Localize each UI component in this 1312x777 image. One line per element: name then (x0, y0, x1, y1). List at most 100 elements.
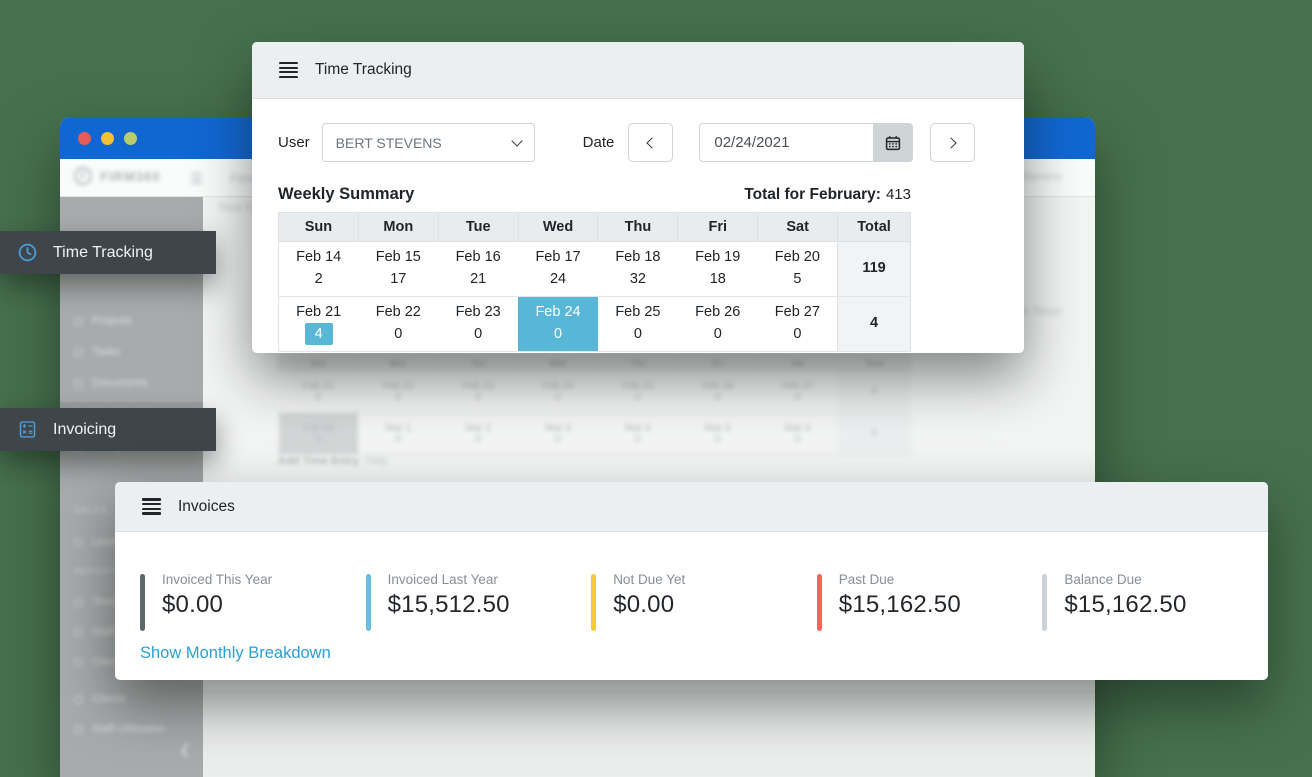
stat-value: $15,162.50 (838, 591, 961, 618)
week-total-cell: 4 (837, 296, 911, 352)
day-cell[interactable]: Feb 15 17 (358, 241, 439, 297)
item-icon (74, 537, 83, 547)
menu-icon[interactable]: ☰ (190, 170, 203, 188)
date-input-group (699, 123, 914, 162)
next-day-button[interactable] (930, 123, 976, 162)
stat-invoiced-this-year: Invoiced This Year $0.00 (140, 572, 366, 631)
callout-label: Invoicing (53, 420, 117, 438)
show-monthly-breakdown-link[interactable]: Show Monthly Breakdown (140, 644, 331, 663)
time-tracking-card-header: Time Tracking (252, 42, 1024, 99)
calendar-picker-button[interactable] (873, 123, 914, 162)
day-cell[interactable]: Feb 17 24 (518, 241, 598, 297)
stat-not-due-yet: Not Due Yet $0.00 (591, 572, 817, 631)
menu-icon[interactable] (142, 496, 161, 517)
item-icon (74, 378, 83, 388)
week-total-cell: 119 (837, 241, 911, 297)
table-row: Feb 21 0 Feb 22 0 Feb 23 0 Feb 24 0 Feb 25 0 … (278, 370, 911, 413)
month-total-value: 413 (885, 186, 911, 203)
day-cell[interactable]: Feb 26 0 (677, 296, 758, 352)
item-icon (74, 347, 83, 357)
table-row-week2: Feb 21 4 Feb 22 0 Feb 23 0 Feb 24 0 Feb 25 0 … (278, 296, 911, 352)
sidebar-item-projects[interactable]: Projects (74, 315, 132, 327)
sidebar-item-documents[interactable]: Documents (74, 377, 148, 389)
user-label: User (278, 134, 310, 151)
table-row-week1: Feb 14 2 Feb 15 17 Feb 16 21 Feb 17 24 Feb 1… (278, 241, 911, 297)
time-tracking-card: Time Tracking User BERT STEVENS Date 02/… (252, 42, 1024, 353)
user-select-value: BERT STEVENS (335, 134, 442, 151)
date-input[interactable] (699, 123, 874, 162)
chevron-down-icon (511, 134, 523, 147)
day-cell[interactable]: Feb 25 0 (597, 296, 678, 352)
maximize-window-button[interactable] (124, 131, 137, 145)
day-cell[interactable]: Feb 22 0 (358, 296, 439, 352)
sidebar-item-time-report[interactable]: Time (74, 596, 116, 608)
stat-color-bar (1042, 574, 1048, 631)
sidebar-item-tasks[interactable]: Tasks (74, 346, 120, 358)
stat-value: $15,512.50 (387, 591, 510, 618)
item-icon (74, 316, 83, 326)
sidebar-item-staff-report[interactable]: Staff (74, 626, 114, 638)
stat-balance-due: Balance Due $15,162.50 (1042, 572, 1268, 631)
item-icon (74, 627, 83, 637)
item-icon (74, 657, 83, 667)
chevron-right-icon (945, 136, 958, 149)
calculator-icon (19, 421, 36, 438)
card-title: Invoices (178, 497, 235, 515)
sidebar-collapse-icon[interactable]: ❮ (179, 741, 191, 758)
selected-day-cell[interactable]: Feb 24 0 (518, 296, 598, 352)
invoice-stats-row: Invoiced This Year $0.00 Invoiced Last Y… (115, 572, 1268, 631)
stat-value: $0.00 (613, 591, 675, 618)
menu-icon[interactable] (279, 60, 298, 81)
weekly-summary-header: Weekly Summary Total for February: 413 (278, 185, 911, 204)
day-cell[interactable]: Feb 19 18 (677, 241, 758, 297)
callout-label: Time Tracking (53, 243, 153, 261)
stat-past-due: Past Due $15,162.50 (816, 572, 1043, 631)
callout-invoicing[interactable]: Invoicing (0, 408, 216, 451)
item-icon (74, 694, 83, 704)
time-tracking-controls: User BERT STEVENS Date (278, 123, 1024, 162)
stat-label: Balance Due (1064, 572, 1142, 587)
minimize-window-button[interactable] (101, 131, 114, 145)
sidebar-item-clients-report-2[interactable]: Clients (74, 693, 126, 705)
sidebar-item-staff-utilization[interactable]: Staff Utilization (74, 723, 165, 735)
add-time-entry-label: Add Time Entry Help (278, 455, 388, 467)
date-label: Date (582, 134, 615, 151)
invoices-card-header: Invoices (115, 482, 1268, 532)
logo-icon: F (74, 167, 92, 185)
background-weekly-table: Sun Mon Tue Wed Thu Fri Sat Total Feb 21… (278, 355, 911, 455)
stat-value: $0.00 (162, 591, 224, 618)
weekly-summary-title: Weekly Summary (278, 185, 415, 203)
stat-color-bar (591, 574, 597, 631)
highlighted-value-badge: 4 (304, 323, 333, 345)
sidebar-section-sales: SALES (74, 505, 109, 515)
day-cell[interactable]: Feb 14 2 (278, 241, 359, 297)
stat-color-bar (140, 574, 145, 631)
table-header-row: Sun Mon Tue Wed Thu Fri Sat Total (278, 212, 911, 242)
invoices-card: Invoices Invoiced This Year $0.00 Invoic… (115, 482, 1268, 680)
stat-label: Past Due (838, 572, 895, 587)
calendar-icon (886, 135, 901, 150)
day-cell[interactable]: Feb 21 4 (278, 296, 359, 352)
stat-color-bar (365, 574, 371, 631)
day-cell[interactable]: Feb 18 32 (597, 241, 678, 297)
stat-value: $15,162.50 (1064, 591, 1187, 618)
previous-day-button[interactable] (628, 123, 674, 162)
day-cell[interactable]: Feb 27 0 (757, 296, 838, 352)
help-link[interactable]: Help (365, 455, 388, 467)
stat-invoiced-last-year: Invoiced Last Year $15,512.50 (365, 572, 592, 631)
page-bottom-strip (203, 690, 1095, 777)
user-select[interactable]: BERT STEVENS (321, 123, 535, 162)
day-cell[interactable]: Feb 20 5 (757, 241, 838, 297)
chevron-left-icon (646, 136, 659, 149)
close-window-button[interactable] (78, 131, 91, 145)
table-row: Feb 28 0 Mar 10 Mar 20 Mar 30 Mar 40 Mar … (278, 412, 911, 455)
day-cell[interactable]: Feb 16 21 (438, 241, 519, 297)
month-total: Total for February: 413 (744, 186, 911, 203)
card-title: Time Tracking (315, 61, 412, 78)
item-icon (74, 597, 83, 607)
callout-time-tracking[interactable]: Time Tracking (0, 231, 216, 274)
day-cell[interactable]: Feb 23 0 (438, 296, 519, 352)
stat-label: Invoiced Last Year (387, 572, 498, 587)
item-icon (74, 724, 83, 734)
clock-icon (18, 243, 37, 262)
